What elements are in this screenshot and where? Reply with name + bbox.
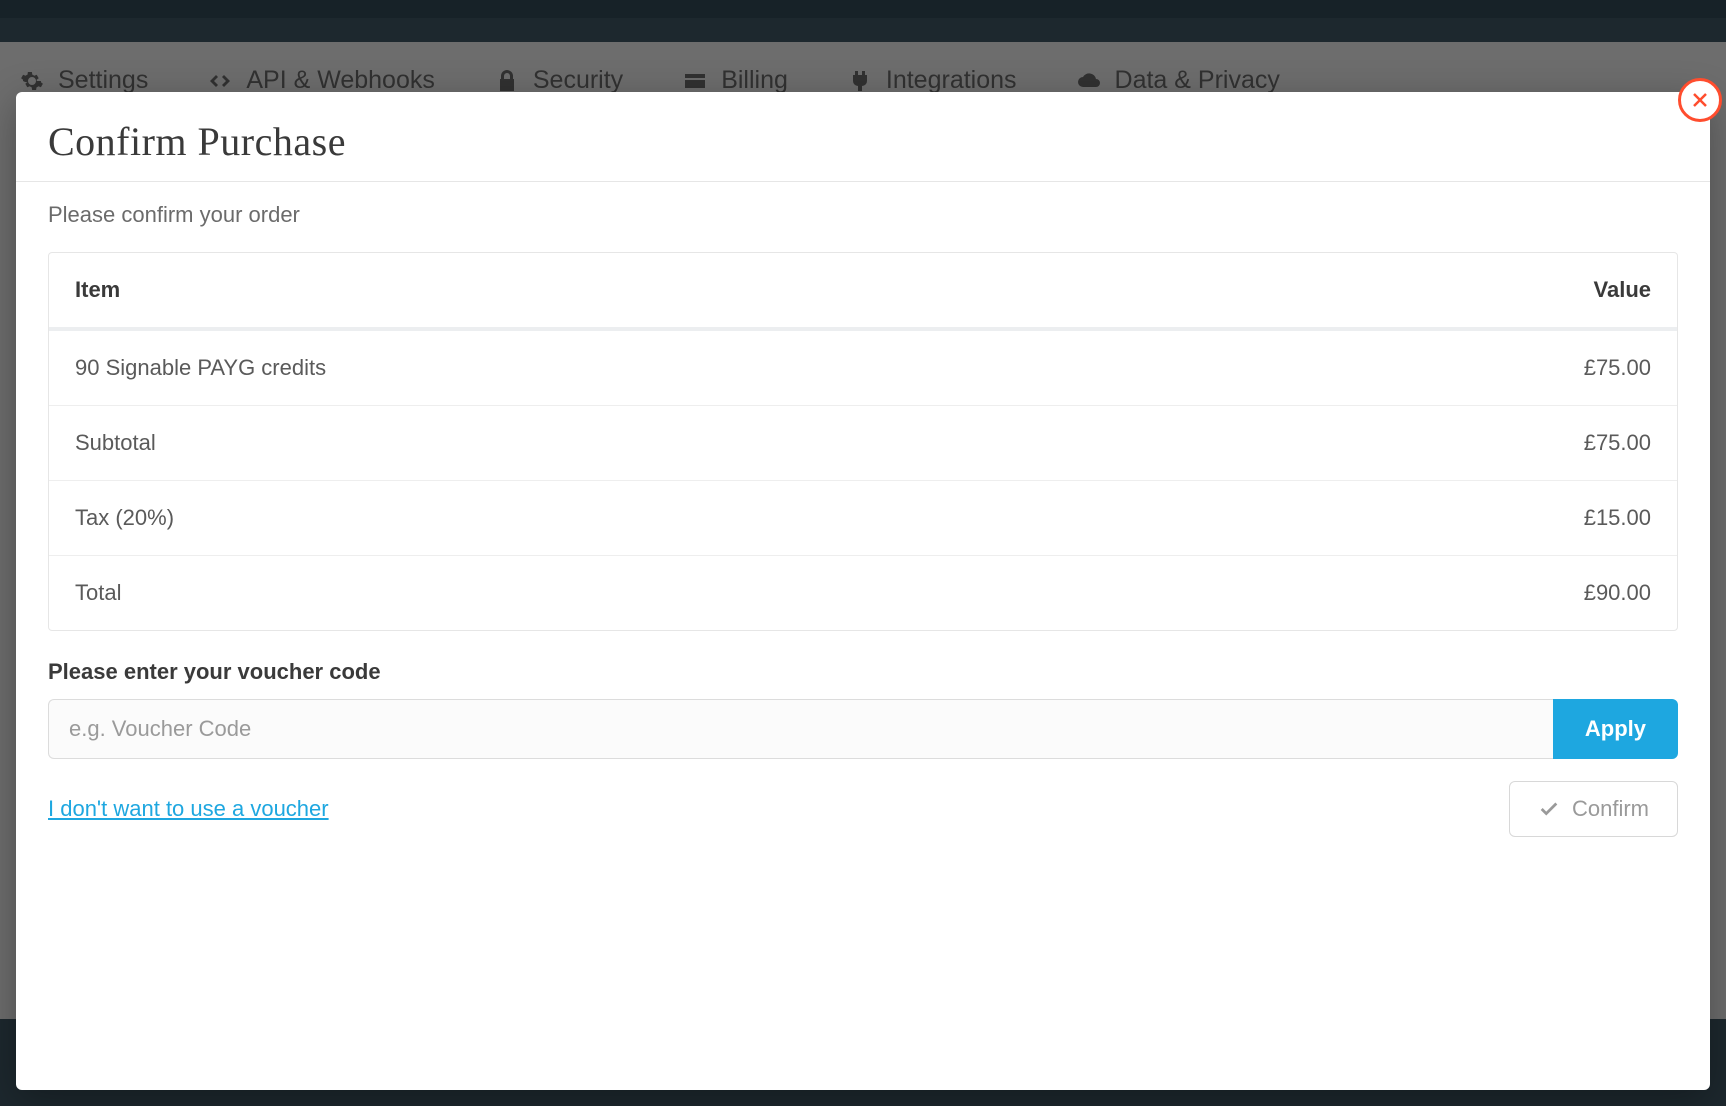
confirm-purchase-modal: Confirm Purchase Please confirm your ord… (16, 92, 1710, 1090)
table-row: 90 Signable PAYG credits £75.00 (49, 331, 1677, 406)
check-icon (1538, 798, 1560, 820)
modal-subtitle: Please confirm your order (48, 202, 1678, 228)
item-value: £75.00 (1584, 430, 1651, 456)
item-name: Total (75, 580, 121, 606)
apply-button[interactable]: Apply (1553, 699, 1678, 759)
item-name: Tax (20%) (75, 505, 174, 531)
table-row: Total £90.00 (49, 556, 1677, 630)
skip-voucher-link[interactable]: I don't want to use a voucher (48, 796, 329, 822)
divider (16, 181, 1710, 182)
voucher-input[interactable] (48, 699, 1553, 759)
item-name: Subtotal (75, 430, 156, 456)
modal-title: Confirm Purchase (48, 118, 1678, 165)
close-button[interactable] (1678, 78, 1722, 122)
confirm-button[interactable]: Confirm (1509, 781, 1678, 837)
modal-footer: I don't want to use a voucher Confirm (48, 781, 1678, 837)
table-header: Item Value (49, 253, 1677, 331)
col-value-header: Value (1594, 277, 1651, 303)
close-icon (1691, 91, 1709, 109)
voucher-row: Apply (48, 699, 1678, 759)
col-item-header: Item (75, 277, 120, 303)
item-value: £15.00 (1584, 505, 1651, 531)
table-row: Tax (20%) £15.00 (49, 481, 1677, 556)
item-name: 90 Signable PAYG credits (75, 355, 326, 381)
item-value: £90.00 (1584, 580, 1651, 606)
confirm-button-label: Confirm (1572, 796, 1649, 822)
table-row: Subtotal £75.00 (49, 406, 1677, 481)
item-value: £75.00 (1584, 355, 1651, 381)
voucher-label: Please enter your voucher code (48, 659, 1678, 685)
order-table: Item Value 90 Signable PAYG credits £75.… (48, 252, 1678, 631)
